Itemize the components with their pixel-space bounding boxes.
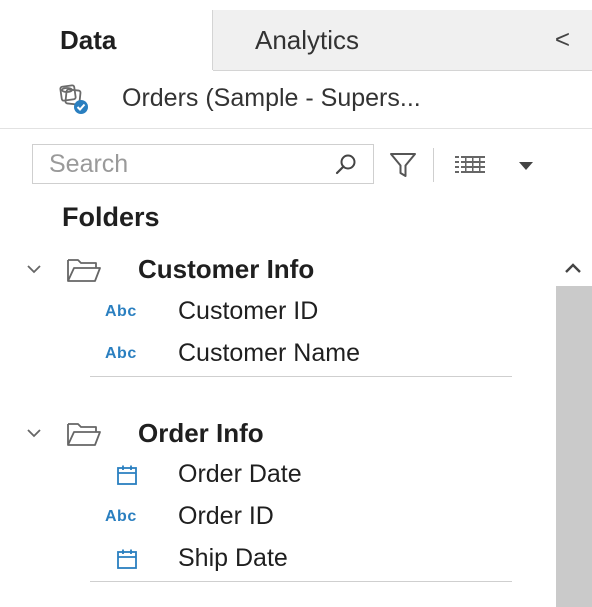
field-label: Order ID	[178, 502, 274, 530]
group-divider	[90, 376, 512, 377]
calendar-icon	[117, 465, 137, 485]
search-box	[32, 144, 374, 184]
tab-data-label: Data	[60, 24, 117, 55]
folder-label: Order Info	[138, 418, 264, 448]
pane-tabs: Data Analytics <	[0, 10, 592, 71]
folder-order-info[interactable]: Order Info	[0, 412, 554, 456]
folder-open-icon	[67, 423, 101, 446]
field-order-id[interactable]: Abc Order ID	[0, 496, 554, 538]
list-view-icon[interactable]	[455, 155, 485, 175]
scrollbar-thumb[interactable]	[556, 286, 592, 607]
group-divider	[90, 581, 512, 582]
field-label: Order Date	[178, 460, 302, 488]
toolbar-separator	[433, 148, 434, 182]
tab-analytics[interactable]: Analytics <	[213, 10, 592, 71]
filter-icon[interactable]	[388, 150, 418, 180]
folder-open-icon	[67, 259, 101, 282]
field-label: Ship Date	[178, 544, 288, 572]
tab-data[interactable]: Data	[0, 10, 213, 70]
field-customer-name[interactable]: Abc Customer Name	[0, 333, 554, 375]
chevron-down-icon[interactable]	[518, 160, 534, 172]
vertical-scrollbar[interactable]	[554, 250, 592, 607]
folder-label: Customer Info	[138, 254, 315, 284]
folder-customer-info[interactable]: Customer Info	[0, 248, 554, 292]
field-order-date[interactable]: Order Date	[0, 454, 554, 496]
field-label: Customer Name	[178, 339, 360, 367]
datasource-label: Orders (Sample - Supers...	[122, 84, 421, 112]
chevron-up-icon[interactable]	[554, 250, 592, 286]
field-customer-id[interactable]: Abc Customer ID	[0, 291, 554, 333]
field-ship-date[interactable]: Ship Date	[0, 538, 554, 580]
divider	[0, 128, 592, 129]
search-input[interactable]	[33, 145, 339, 183]
datasource-icon	[59, 84, 88, 114]
string-type-icon: Abc	[105, 508, 137, 525]
search-icon[interactable]	[333, 152, 359, 178]
data-pane: Data Analytics < Orders (Sample - Supers…	[0, 0, 592, 607]
string-type-icon: Abc	[105, 345, 137, 362]
chevron-down-icon[interactable]	[26, 263, 42, 275]
datasource-row[interactable]: Orders (Sample - Supers...	[0, 70, 592, 128]
top-edge	[0, 0, 592, 10]
field-label: Customer ID	[178, 297, 319, 325]
calendar-icon	[117, 549, 137, 569]
tab-analytics-label: Analytics	[255, 24, 360, 55]
string-type-icon: Abc	[105, 303, 137, 320]
chevron-down-icon[interactable]	[26, 427, 42, 439]
collapse-pane-button[interactable]: <	[555, 24, 570, 54]
folders-heading: Folders	[62, 202, 160, 232]
